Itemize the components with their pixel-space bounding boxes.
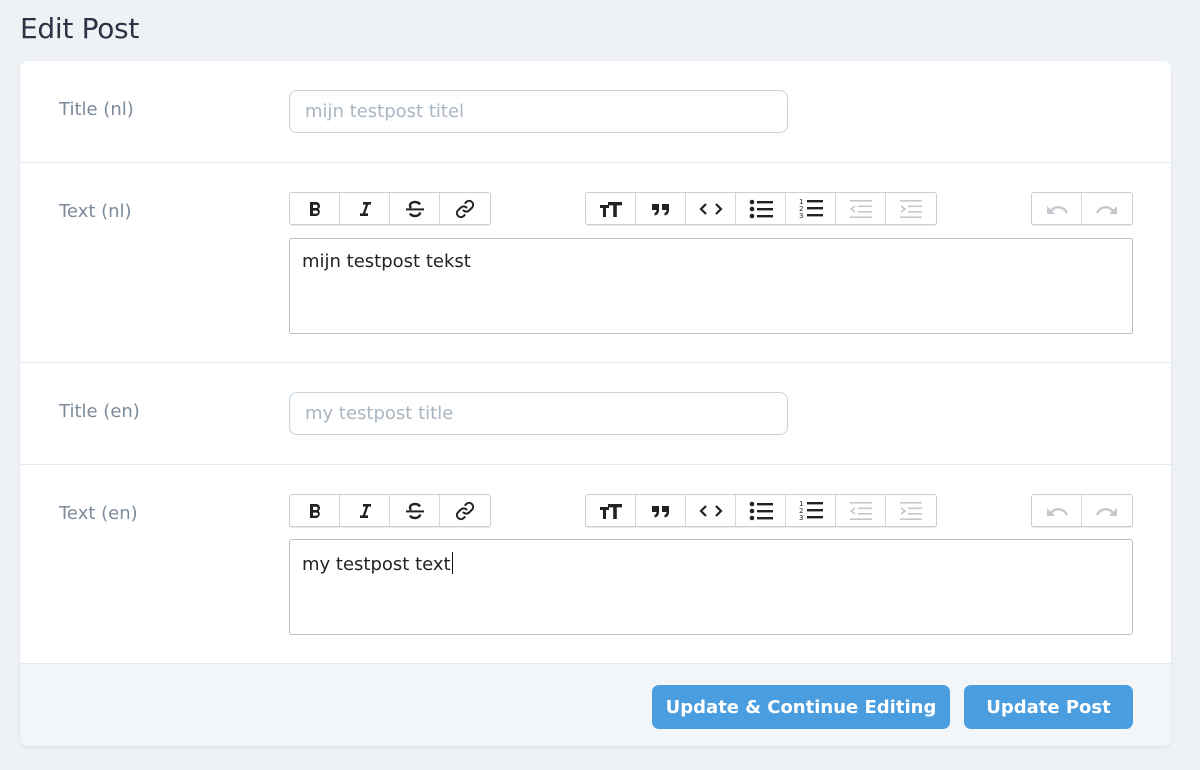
title-nl-value: mijn testpost titel: [305, 101, 465, 122]
undo-icon[interactable]: [1032, 193, 1082, 224]
text-en-format-group: [289, 494, 491, 527]
strikethrough-icon[interactable]: [390, 193, 440, 224]
decrease-indent-icon[interactable]: [836, 193, 886, 224]
text-en-content: my testpost text: [302, 554, 451, 575]
text-en-history-group: [1031, 494, 1133, 527]
text-nl-content: mijn testpost tekst: [302, 251, 471, 272]
text-nl-editor[interactable]: mijn testpost tekst: [289, 238, 1133, 334]
increase-indent-icon[interactable]: [886, 495, 936, 526]
bullet-list-icon[interactable]: [736, 193, 786, 224]
title-en-input[interactable]: my testpost title: [289, 392, 788, 435]
text-en-editor[interactable]: my testpost text: [289, 539, 1133, 635]
redo-icon[interactable]: [1082, 495, 1132, 526]
title-nl-row: Title (nl) mijn testpost titel: [20, 61, 1171, 163]
redo-icon[interactable]: [1082, 193, 1132, 224]
italic-icon[interactable]: [340, 193, 390, 224]
title-nl-label: Title (nl): [59, 99, 134, 120]
decrease-indent-icon[interactable]: [836, 495, 886, 526]
text-cursor: [451, 552, 453, 574]
svg-text:3: 3: [799, 212, 803, 220]
title-en-value: my testpost title: [305, 403, 454, 424]
update-continue-button[interactable]: Update & Continue Editing: [652, 685, 950, 729]
form-actions: Update & Continue Editing Update Post: [20, 663, 1171, 746]
text-nl-block-group: 123: [585, 192, 937, 225]
numbered-list-icon[interactable]: 123: [786, 495, 836, 526]
title-nl-input[interactable]: mijn testpost titel: [289, 90, 788, 133]
text-nl-history-group: [1031, 192, 1133, 225]
svg-text:3: 3: [799, 514, 803, 522]
bold-icon[interactable]: [290, 193, 340, 224]
text-en-row: Text (en) 1 2 3 my testpost text: [20, 465, 1171, 663]
heading-icon[interactable]: [586, 193, 636, 224]
text-nl-label: Text (nl): [59, 201, 132, 222]
text-en-block-group: 123: [585, 494, 937, 527]
italic-icon[interactable]: [340, 495, 390, 526]
heading-icon[interactable]: [586, 495, 636, 526]
increase-indent-icon[interactable]: [886, 193, 936, 224]
edit-post-form: Title (nl) mijn testpost titel Text (nl): [20, 61, 1171, 746]
text-en-label: Text (en): [59, 503, 138, 524]
strikethrough-icon[interactable]: [390, 495, 440, 526]
code-icon[interactable]: [686, 495, 736, 526]
code-icon[interactable]: [686, 193, 736, 224]
title-en-label: Title (en): [59, 401, 140, 422]
text-nl-row: Text (nl) 1 2 3 mijn testpost tekst: [20, 163, 1171, 363]
undo-icon[interactable]: [1032, 495, 1082, 526]
title-en-row: Title (en) my testpost title: [20, 363, 1171, 465]
numbered-list-icon[interactable]: 123: [786, 193, 836, 224]
link-icon[interactable]: [440, 193, 490, 224]
link-icon[interactable]: [440, 495, 490, 526]
bullet-list-icon[interactable]: [736, 495, 786, 526]
quote-icon[interactable]: [636, 495, 686, 526]
quote-icon[interactable]: [636, 193, 686, 224]
page-title: Edit Post: [20, 12, 140, 45]
text-nl-format-group: [289, 192, 491, 225]
update-post-button[interactable]: Update Post: [964, 685, 1133, 729]
bold-icon[interactable]: [290, 495, 340, 526]
